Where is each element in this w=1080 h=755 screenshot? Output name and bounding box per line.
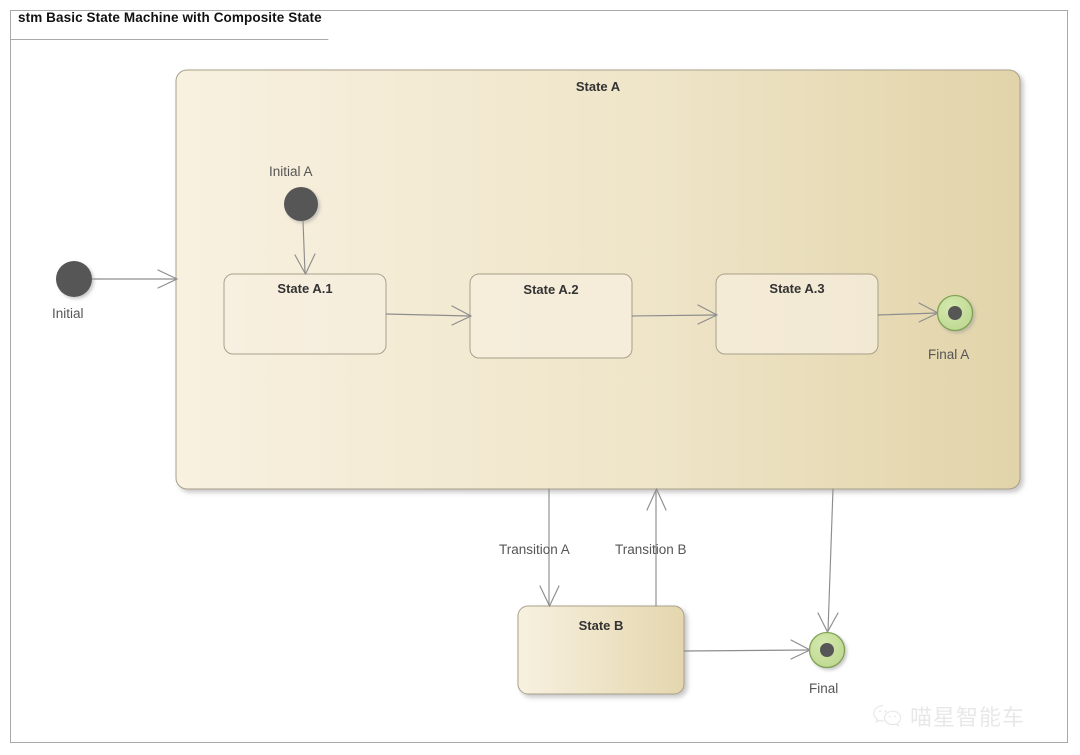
initial-a-label: Initial A [269, 164, 313, 179]
diagram-title: stm Basic State Machine with Composite S… [18, 10, 322, 25]
diagram-frame [10, 10, 1068, 743]
state-a3-label: State A.3 [769, 281, 825, 296]
diagram-canvas: stm Basic State Machine with Composite S… [0, 0, 1080, 755]
watermark-text: 喵星智能车 [910, 706, 1026, 731]
transition-a-label: Transition A [499, 542, 570, 557]
final-label: Final [809, 681, 839, 696]
final-a-label: Final A [928, 347, 970, 362]
state-a-label: State A [575, 79, 621, 94]
state-b-label: State B [578, 618, 624, 633]
wechat-icon [873, 705, 902, 727]
transition-b-label: Transition B [615, 542, 687, 557]
watermark: 喵星智能车 [872, 700, 1025, 732]
initial-label: Initial [52, 306, 84, 321]
state-a1-label: State A.1 [277, 281, 333, 296]
state-a2-label: State A.2 [523, 282, 579, 297]
